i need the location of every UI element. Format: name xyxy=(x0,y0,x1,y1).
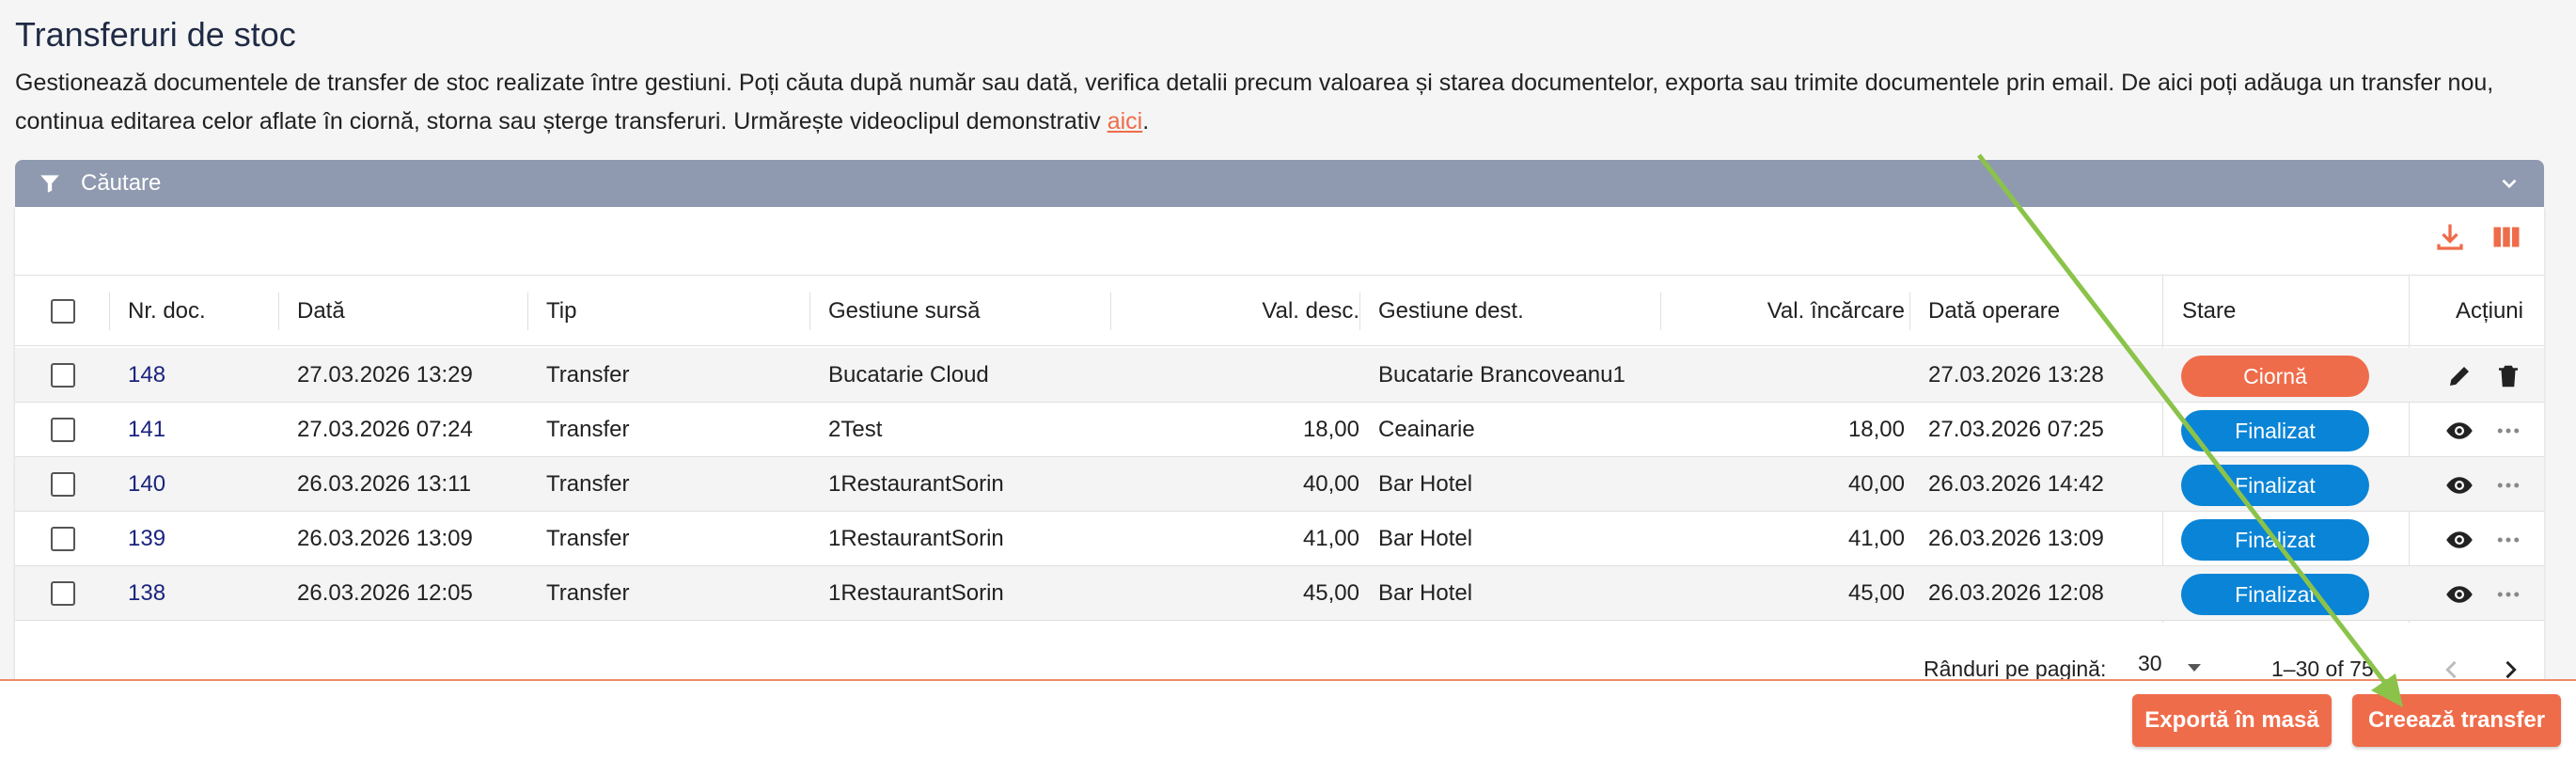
col-stare[interactable]: Stare xyxy=(2182,276,2236,347)
bottom-action-bar: Exportă în masă Creează transfer xyxy=(0,679,2576,760)
cell-val-incarcare: 45,00 xyxy=(1847,580,1905,606)
doc-number-link[interactable]: 138 xyxy=(128,566,165,621)
col-val-incarcare[interactable]: Val. încărcare xyxy=(1670,276,1905,347)
table-header: Nr. doc. Dată Tip Gestiune sursă Val. de… xyxy=(15,275,2544,346)
cell-val-desc xyxy=(1115,348,1359,403)
status-badge: Finalizat xyxy=(2181,410,2369,451)
cell-tip: Transfer xyxy=(546,417,630,442)
cell-tip: Transfer xyxy=(546,471,630,497)
chevron-down-icon[interactable] xyxy=(2497,171,2521,196)
doc-number-link[interactable]: 141 xyxy=(128,403,165,457)
cell-data: 27.03.2026 07:24 xyxy=(297,417,473,442)
table-row[interactable]: 140 26.03.2026 13:11 Transfer 1Restauran… xyxy=(15,457,2544,512)
page-title: Transferuri de stoc xyxy=(15,15,296,54)
cell-val-desc: 41,00 xyxy=(1302,526,1359,551)
search-label: Căutare xyxy=(81,170,162,196)
col-gestiune-dest[interactable]: Gestiune dest. xyxy=(1378,276,1524,347)
filter-icon xyxy=(40,175,59,193)
status-badge: Ciornă xyxy=(2181,356,2369,397)
view-icon[interactable] xyxy=(2445,526,2474,554)
columns-icon[interactable] xyxy=(2490,220,2523,254)
status-badge: Finalizat xyxy=(2181,519,2369,561)
col-val-desc[interactable]: Val. desc. xyxy=(1115,276,1359,347)
download-icon[interactable] xyxy=(2433,220,2467,254)
doc-number-link[interactable]: 148 xyxy=(128,348,165,403)
cell-sursa: 1RestaurantSorin xyxy=(828,580,1004,606)
cell-sursa: 1RestaurantSorin xyxy=(828,526,1004,551)
cell-val-desc: 45,00 xyxy=(1302,580,1359,606)
more-icon[interactable] xyxy=(2494,471,2522,499)
view-icon[interactable] xyxy=(2445,580,2474,609)
rows-per-page-label: Rânduri pe pagină: xyxy=(1924,657,2107,681)
search-panel-toggle[interactable]: Căutare xyxy=(15,160,2544,207)
cell-data: 26.03.2026 13:11 xyxy=(297,471,472,497)
cell-data-operare: 26.03.2026 12:08 xyxy=(1928,580,2104,606)
doc-number-link[interactable]: 139 xyxy=(128,512,165,566)
cell-dest: Bar Hotel xyxy=(1378,471,1473,497)
cell-sursa: 2Test xyxy=(828,417,883,442)
cell-dest: Bar Hotel xyxy=(1378,526,1473,551)
table-row[interactable]: 148 27.03.2026 13:29 Transfer Bucatarie … xyxy=(15,348,2544,403)
page-description: Gestionează documentele de transfer de s… xyxy=(15,64,2553,141)
rows-per-page-select[interactable]: 30 xyxy=(2138,651,2162,676)
cell-dest: Ceainarie xyxy=(1378,417,1475,442)
status-badge: Finalizat xyxy=(2181,574,2369,615)
doc-number-link[interactable]: 140 xyxy=(128,457,165,512)
demo-video-link[interactable]: aici xyxy=(1107,108,1143,135)
row-checkbox[interactable] xyxy=(51,363,75,388)
edit-icon[interactable] xyxy=(2445,362,2474,390)
more-icon[interactable] xyxy=(2494,526,2522,554)
transfers-table-card: Nr. doc. Dată Tip Gestiune sursă Val. de… xyxy=(15,207,2544,687)
cell-tip: Transfer xyxy=(546,362,630,388)
row-checkbox[interactable] xyxy=(51,472,75,497)
cell-data-operare: 27.03.2026 07:25 xyxy=(1928,417,2104,442)
cell-tip: Transfer xyxy=(546,580,630,606)
table-row[interactable]: 141 27.03.2026 07:24 Transfer 2Test 18,0… xyxy=(15,403,2544,457)
table-row[interactable]: 138 26.03.2026 12:05 Transfer 1Restauran… xyxy=(15,566,2544,621)
create-transfer-button[interactable]: Creează transfer xyxy=(2352,694,2561,747)
cell-data-operare: 27.03.2026 13:28 xyxy=(1928,362,2104,388)
row-checkbox[interactable] xyxy=(51,418,75,442)
cell-sursa: Bucatarie Cloud xyxy=(828,362,989,388)
col-actiuni: Acțiuni xyxy=(2455,298,2523,324)
cell-dest: Bucatarie Brancoveanu1 xyxy=(1378,362,1626,388)
description-text: Gestionează documentele de transfer de s… xyxy=(15,70,2494,135)
col-gestiune-sursa[interactable]: Gestiune sursă xyxy=(828,276,980,347)
select-all-checkbox[interactable] xyxy=(51,299,75,324)
cell-val-incarcare: 40,00 xyxy=(1847,471,1905,497)
cell-val-incarcare: 41,00 xyxy=(1847,526,1905,551)
cell-data-operare: 26.03.2026 14:42 xyxy=(1928,471,2104,497)
row-checkbox[interactable] xyxy=(51,527,75,551)
cell-data-operare: 26.03.2026 13:09 xyxy=(1928,526,2104,551)
cell-sursa: 1RestaurantSorin xyxy=(828,471,1004,497)
more-icon[interactable] xyxy=(2494,580,2522,609)
cell-val-incarcare xyxy=(1670,348,1905,403)
cell-val-incarcare: 18,00 xyxy=(1847,417,1905,442)
cell-val-desc: 40,00 xyxy=(1302,471,1359,497)
cell-data: 26.03.2026 13:09 xyxy=(297,526,473,551)
col-data-operare[interactable]: Dată operare xyxy=(1928,276,2060,347)
delete-icon[interactable] xyxy=(2494,362,2522,390)
view-icon[interactable] xyxy=(2445,471,2474,499)
page-range: 1–30 of 75 xyxy=(2271,657,2374,681)
view-icon[interactable] xyxy=(2445,417,2474,445)
description-end: . xyxy=(1142,108,1150,135)
col-tip[interactable]: Tip xyxy=(546,276,576,347)
status-badge: Finalizat xyxy=(2181,465,2369,506)
col-nr-doc[interactable]: Nr. doc. xyxy=(128,276,206,347)
dropdown-icon[interactable] xyxy=(2185,660,2204,673)
cell-tip: Transfer xyxy=(546,526,630,551)
cell-val-desc: 18,00 xyxy=(1302,417,1359,442)
export-bulk-button[interactable]: Exportă în masă xyxy=(2132,694,2332,747)
row-checkbox[interactable] xyxy=(51,581,75,606)
cell-data: 27.03.2026 13:29 xyxy=(297,362,473,388)
col-data[interactable]: Dată xyxy=(297,276,345,347)
table-row[interactable]: 139 26.03.2026 13:09 Transfer 1Restauran… xyxy=(15,512,2544,566)
cell-data: 26.03.2026 12:05 xyxy=(297,580,473,606)
more-icon[interactable] xyxy=(2494,417,2522,445)
cell-dest: Bar Hotel xyxy=(1378,580,1473,606)
